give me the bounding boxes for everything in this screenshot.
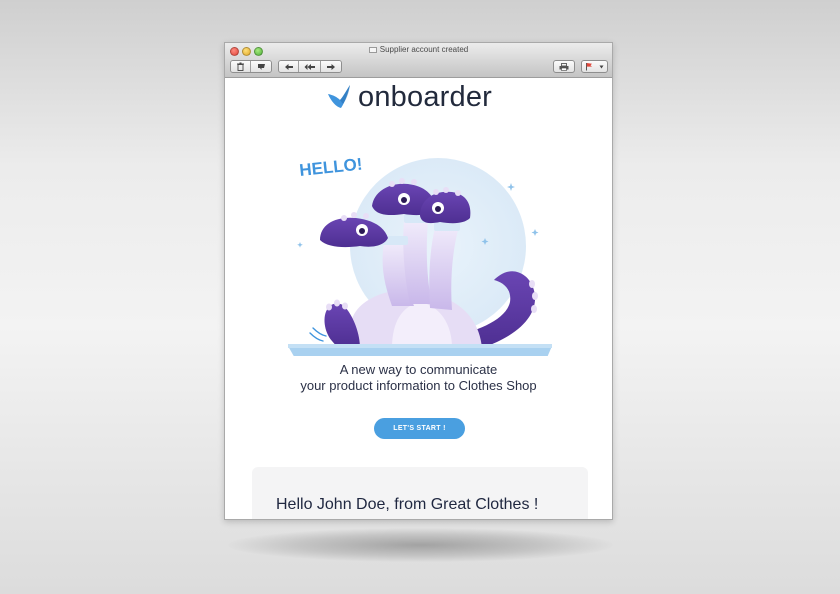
tagline-line-1: A new way to communicate — [339, 362, 498, 377]
email-body: onboarder HELLO! A new way to communicat… — [225, 78, 612, 519]
title-bar: Supplier account created — [225, 43, 612, 78]
flag-button[interactable] — [581, 60, 608, 73]
greeting-text: Hello John Doe, from Great Clothes ! — [276, 496, 539, 513]
lets-start-button[interactable]: LET'S START ! — [374, 418, 465, 439]
greeting-card: Hello John Doe, from Great Clothes ! — [252, 467, 588, 519]
dragon-illustration: HELLO! — [288, 154, 552, 356]
brand-name: onboarder — [358, 80, 493, 113]
reply-group — [278, 60, 342, 73]
tagline: A new way to communicate your product in… — [225, 362, 612, 394]
window-title: Supplier account created — [225, 45, 612, 54]
trash-button[interactable] — [231, 61, 252, 72]
reply-all-icon — [304, 63, 315, 70]
wave-lines — [309, 327, 327, 342]
mail-window: Supplier account created onboarder HELLO… — [224, 42, 613, 520]
reply-button[interactable] — [279, 61, 300, 72]
onboarder-logo: onboarder — [324, 82, 492, 112]
envelope-icon — [368, 47, 377, 53]
delete-junk-group — [230, 60, 272, 73]
window-shadow — [228, 528, 613, 562]
print-icon — [559, 62, 569, 71]
print-button[interactable] — [553, 60, 575, 73]
tagline-line-2: your product information to Clothes Shop — [300, 378, 537, 393]
onboarder-logo-icon — [328, 85, 350, 108]
hello-text: HELLO! — [298, 154, 363, 180]
flag-icon — [586, 63, 592, 71]
chevron-down-icon — [599, 65, 604, 68]
reply-all-button[interactable] — [299, 61, 321, 72]
forward-icon — [326, 63, 335, 70]
junk-button[interactable] — [251, 61, 271, 72]
reply-icon — [284, 63, 293, 70]
forward-button[interactable] — [320, 61, 341, 72]
junk-icon — [257, 64, 265, 70]
trash-icon — [237, 62, 245, 71]
